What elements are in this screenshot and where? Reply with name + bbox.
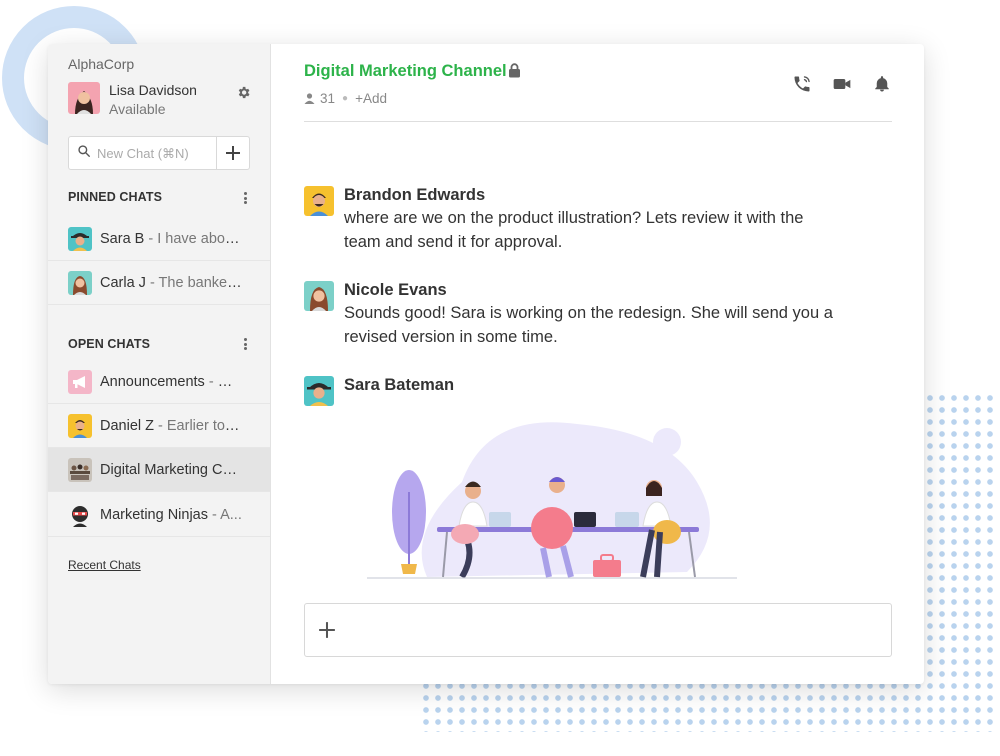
open-chats-heading: OPEN CHATS xyxy=(68,337,151,351)
message-text: Sounds good! Sara is working on the rede… xyxy=(344,304,833,346)
message-input[interactable] xyxy=(347,604,891,656)
user-name: Lisa Davidson xyxy=(109,82,197,98)
header-divider xyxy=(304,121,892,122)
open-chat-digital-marketing[interactable]: Digital Marketing Ch... xyxy=(48,448,270,492)
plus-icon xyxy=(226,146,240,160)
message-item: Sara Bateman xyxy=(304,376,454,406)
chat-name: Marketing Ninjas xyxy=(100,506,208,523)
avatar xyxy=(68,226,92,251)
member-count: 31 xyxy=(320,91,336,106)
open-chat-daniel[interactable]: Daniel Z - Earlier tod... xyxy=(48,404,270,448)
chat-name: Daniel Z xyxy=(100,417,154,434)
avatar[interactable] xyxy=(304,186,334,216)
pinned-chat-sara[interactable]: Sara B - I have abou... xyxy=(48,217,270,261)
lock-icon xyxy=(508,63,521,78)
search-field xyxy=(69,137,217,169)
chat-preview: - Ni... xyxy=(204,373,242,390)
avatar[interactable] xyxy=(304,281,334,311)
chat-window: AlphaCorp Lisa Davidson Available New Ch… xyxy=(48,44,924,684)
add-member-button[interactable]: +Add xyxy=(355,91,387,106)
org-name: AlphaCorp xyxy=(68,56,135,72)
message-author: Brandon Edwards xyxy=(344,186,486,204)
chat-name: Digital Marketing Ch... xyxy=(100,461,242,478)
message-author: Sara Bateman xyxy=(344,376,455,394)
plus-icon[interactable] xyxy=(315,618,339,642)
chat-preview: - I have abou... xyxy=(144,230,242,247)
sidebar: AlphaCorp Lisa Davidson Available New Ch… xyxy=(48,44,271,684)
message-item: Nicole Evans Sounds good! Sara is workin… xyxy=(304,281,844,349)
chat-name: Sara B xyxy=(100,230,145,247)
new-chat-search xyxy=(68,136,250,170)
avatar xyxy=(68,457,92,482)
members-icon xyxy=(304,93,315,104)
open-chat-marketing-ninjas[interactable]: Marketing Ninjas - A... xyxy=(48,493,270,537)
chat-name: Announcements xyxy=(100,373,205,390)
chat-preview: - The banker... xyxy=(145,274,242,291)
search-input[interactable] xyxy=(97,145,207,161)
chat-main: Digital Marketing Channel 31 ● +Add Bran… xyxy=(271,44,924,684)
message-composer xyxy=(304,603,892,657)
recent-chats-link[interactable]: Recent Chats xyxy=(68,558,141,572)
add-chat-button[interactable] xyxy=(217,137,249,169)
megaphone-icon xyxy=(68,369,92,394)
pinned-chats-heading: PINNED CHATS xyxy=(68,190,163,204)
message-item: Brandon Edwards where are we on the prod… xyxy=(304,186,844,254)
message-author: Nicole Evans xyxy=(344,281,447,299)
bell-icon[interactable] xyxy=(870,72,894,96)
open-more-icon[interactable] xyxy=(240,336,250,352)
channel-meta: 31 ● +Add xyxy=(304,91,387,106)
phone-icon[interactable] xyxy=(790,72,814,96)
user-status: Available xyxy=(109,101,166,117)
chat-name: Carla J xyxy=(100,274,146,291)
channel-actions xyxy=(790,72,894,96)
gear-icon[interactable] xyxy=(234,83,252,101)
avatar xyxy=(68,413,92,438)
pinned-more-icon[interactable] xyxy=(240,190,250,206)
open-chat-announcements[interactable]: Announcements - Ni... xyxy=(48,360,270,404)
channel-title: Digital Marketing Channel xyxy=(304,62,507,80)
avatar xyxy=(68,270,92,295)
ninja-icon xyxy=(68,502,92,527)
chat-preview: - A... xyxy=(208,506,242,523)
video-icon[interactable] xyxy=(830,72,854,96)
avatar[interactable] xyxy=(304,376,334,406)
user-avatar[interactable] xyxy=(68,82,100,114)
separator-dot: ● xyxy=(342,93,349,104)
chat-preview: - Earlier tod... xyxy=(154,417,242,434)
search-icon xyxy=(77,144,91,163)
message-text: where are we on the product illustration… xyxy=(344,209,804,251)
pinned-chat-carla[interactable]: Carla J - The banker... xyxy=(48,261,270,305)
team-illustration[interactable] xyxy=(367,412,737,592)
